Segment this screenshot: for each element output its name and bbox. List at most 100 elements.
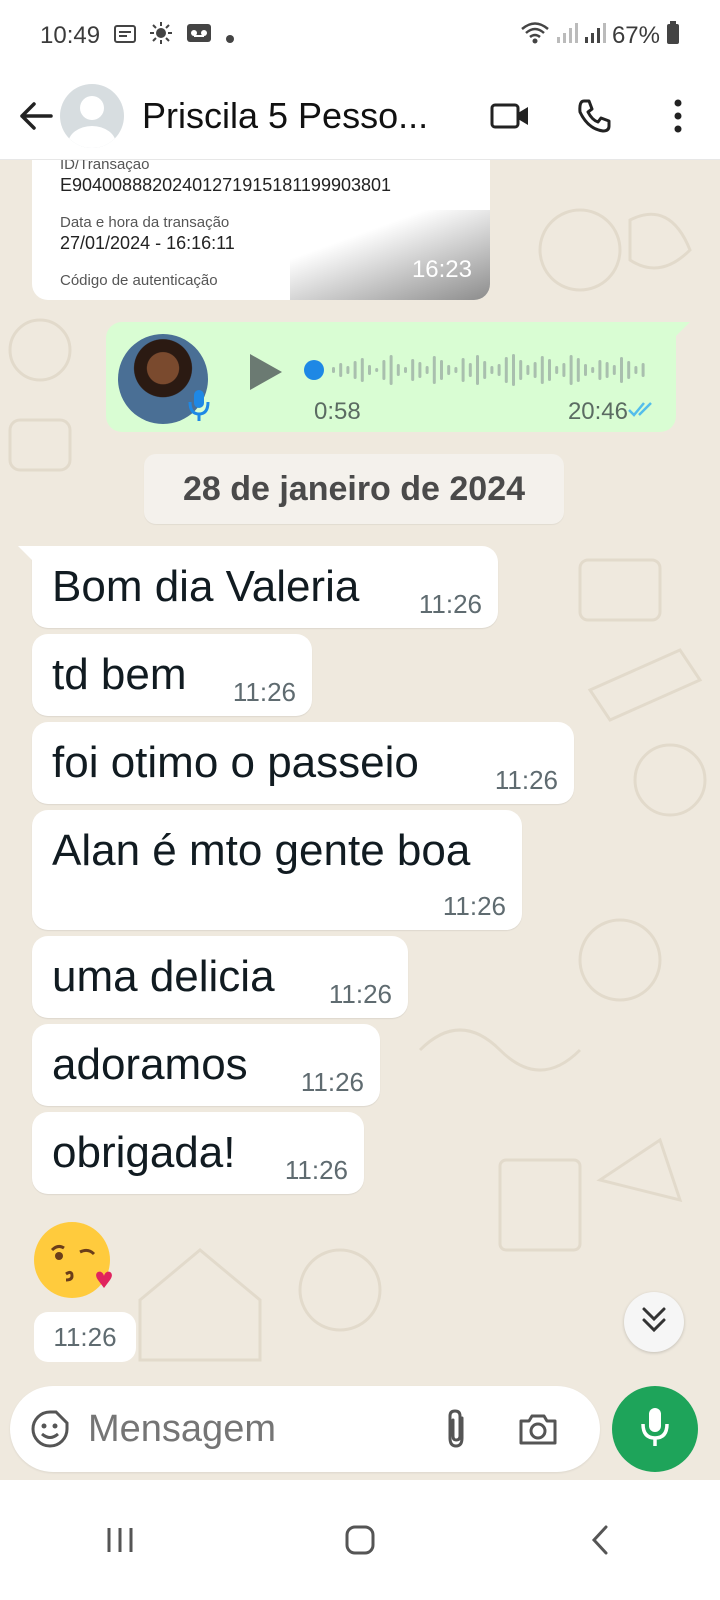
- chat-area[interactable]: ID/Transação E90400888202401271915181199…: [0, 160, 720, 1480]
- waveform-bar: [425, 366, 429, 374]
- waveform-bar: [389, 355, 393, 385]
- waveform-bar: [346, 366, 350, 374]
- chevron-double-down-icon: [641, 1306, 667, 1339]
- message-text: Bom dia Valeria: [52, 562, 360, 611]
- message-bubble[interactable]: foi otimo o passeio 11:26: [32, 722, 574, 804]
- contact-name[interactable]: Priscila 5 Pesso...: [142, 95, 462, 137]
- message-bubble[interactable]: adoramos 11:26: [32, 1024, 380, 1106]
- chat-header: Priscila 5 Pesso...: [0, 72, 720, 160]
- waveform-bar: [468, 363, 472, 377]
- waveform-bar: [569, 355, 573, 385]
- message-time: 11:26: [232, 677, 296, 707]
- voicemail-icon: [186, 22, 212, 50]
- avatar-placeholder-icon[interactable]: [60, 83, 124, 148]
- receipt-value-id: E90400888202401271915181199903801: [60, 175, 392, 195]
- mic-icon: [640, 1406, 670, 1453]
- camera-icon[interactable]: [510, 1412, 566, 1446]
- waveform-bar: [591, 367, 595, 373]
- message-input[interactable]: [88, 1407, 418, 1451]
- back-icon[interactable]: [540, 1500, 660, 1580]
- waveform-bar: [526, 365, 530, 375]
- wallpaper-doodle: [8, 318, 72, 472]
- waveform-bar: [375, 368, 379, 372]
- double-check-icon: [628, 400, 658, 423]
- waveform-bar: [353, 361, 357, 379]
- status-bar: 10:49 67%: [0, 0, 720, 72]
- waveform-bar: [483, 361, 487, 379]
- waveform-bar: [548, 359, 551, 381]
- waveform-bar: [641, 363, 645, 377]
- date-separator: 28 de janeiro de 2024: [144, 454, 564, 524]
- waveform-bar: [454, 367, 458, 373]
- message-bubble[interactable]: obrigada! 11:26: [32, 1112, 364, 1194]
- waveform-bar: [605, 362, 609, 378]
- message-text: foi otimo o passeio: [52, 738, 419, 787]
- waveform-bar: [612, 365, 616, 375]
- wallpaper-doodle: [138, 1248, 382, 1362]
- waveform-bar: [512, 354, 515, 386]
- waveform-bar: [519, 360, 523, 380]
- sun-icon: [150, 21, 173, 51]
- battery-icon: [666, 20, 680, 52]
- back-arrow-icon[interactable]: [6, 86, 66, 146]
- message-time: 11:26: [494, 765, 558, 795]
- waveform-bar: [533, 362, 537, 378]
- attach-icon[interactable]: [432, 1408, 480, 1450]
- waveform-bar: [562, 363, 566, 377]
- waveform-progress-dot[interactable]: [304, 360, 324, 380]
- more-vert-icon[interactable]: [636, 86, 720, 146]
- play-icon[interactable]: [248, 352, 284, 397]
- message-bubble[interactable]: uma delicia 11:26: [32, 936, 408, 1018]
- message-text: adoramos: [52, 1040, 248, 1089]
- waveform-bar: [627, 361, 631, 379]
- waveform-bar: [576, 358, 580, 382]
- waveform-bar: [555, 366, 559, 374]
- home-icon[interactable]: [300, 1500, 420, 1580]
- message-bubble[interactable]: Alan é mto gente boa 11:26: [32, 810, 522, 930]
- message-text: obrigada!: [52, 1128, 236, 1177]
- waveform-bar: [598, 360, 602, 380]
- phone-call-icon[interactable]: [552, 86, 636, 146]
- waveform-bar: [332, 367, 335, 373]
- sticker-icon[interactable]: [28, 1407, 72, 1451]
- recents-icon[interactable]: [60, 1500, 180, 1580]
- voice-duration: 0:58: [314, 398, 361, 425]
- waveform-bar: [368, 365, 371, 375]
- status-time: 10:49: [40, 22, 101, 49]
- wifi-icon: [520, 21, 550, 52]
- message-bubble[interactable]: td bem 11:26: [32, 634, 312, 716]
- waveform-bar: [360, 358, 364, 382]
- message-time: 11:26: [442, 891, 506, 921]
- receipt-label-id: ID/Transação: [60, 160, 150, 173]
- waveform-bar: [418, 362, 422, 378]
- message-time: 11:26: [34, 1312, 136, 1362]
- waveform-bar: [461, 358, 465, 382]
- wallpaper-doodle: [418, 918, 683, 1252]
- waveform-bar: [339, 363, 343, 377]
- message-time: 11:26: [300, 1067, 364, 1097]
- waveform-bar: [634, 366, 638, 374]
- dot-icon: [226, 22, 235, 50]
- system-nav-bar: [0, 1480, 720, 1600]
- waveform-bar: [396, 364, 400, 376]
- video-call-icon[interactable]: [468, 86, 552, 146]
- wallpaper-doodle: [578, 558, 707, 817]
- message-text: uma delicia: [52, 952, 275, 1001]
- waveform-bar: [382, 360, 386, 380]
- waveform-bar: [540, 356, 544, 384]
- message-time: 11:26: [284, 1155, 348, 1185]
- voice-message[interactable]: 0:58 20:46: [106, 322, 690, 432]
- kiss-emoji-icon[interactable]: [32, 1218, 116, 1302]
- message-bubble[interactable]: Bom dia Valeria 11:26: [18, 546, 498, 628]
- waveform[interactable]: [302, 348, 652, 392]
- signal-icon: [584, 22, 606, 51]
- receipt-image-message[interactable]: ID/Transação E90400888202401271915181199…: [32, 160, 490, 300]
- message-time: 20:46: [567, 398, 628, 425]
- waveform-bar: [476, 355, 479, 385]
- waveform-bar: [411, 359, 415, 381]
- waveform-bar: [584, 364, 587, 376]
- record-voice-button[interactable]: [612, 1386, 698, 1472]
- waveform-bar: [432, 356, 436, 384]
- scroll-down-button[interactable]: [624, 1292, 684, 1352]
- signal-icon: [556, 22, 578, 51]
